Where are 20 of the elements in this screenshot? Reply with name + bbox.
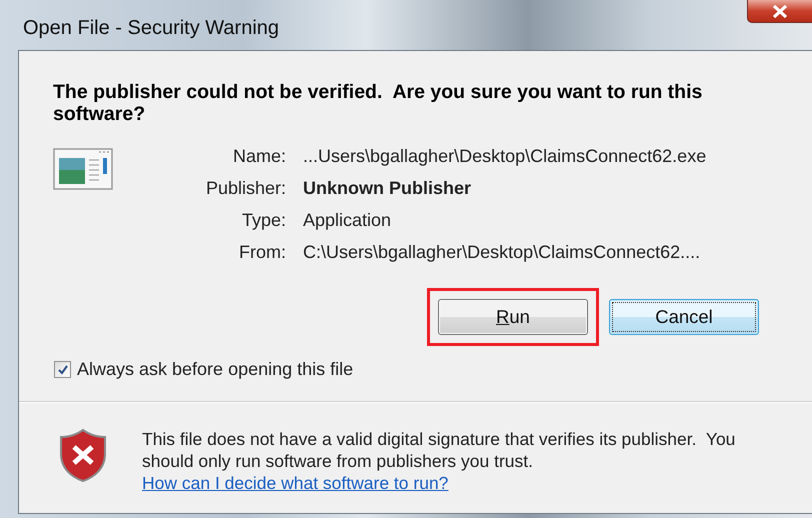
field-value: C:\Users\bgallagher\Desktop\ClaimsConnect62....	[303, 241, 702, 264]
field-value: Application	[303, 209, 392, 232]
field-value: ...Users\bgallagher\Desktop\ClaimsConnect62.exe	[303, 145, 706, 168]
field-label: Type:	[240, 209, 286, 232]
field-value: Unknown Publisher	[303, 177, 472, 200]
window-title: Open File - Security Warning	[23, 17, 280, 40]
checkbox[interactable]	[54, 361, 71, 378]
help-link[interactable]: How can I decide what software to run?	[142, 473, 448, 493]
close-icon	[772, 4, 788, 18]
run-button[interactable]: Run	[438, 299, 588, 335]
check-icon	[56, 364, 68, 376]
close-button[interactable]	[747, 0, 812, 23]
field-label: Publisher:	[204, 177, 286, 200]
field-label: Name:	[232, 145, 286, 168]
application-icon	[53, 148, 113, 190]
field-label: From:	[238, 241, 286, 264]
checkbox-label[interactable]: Always ask before opening this file	[77, 359, 354, 380]
cancel-button[interactable]: Cancel	[609, 299, 759, 335]
warning-heading: The publisher could not be verified. Are you sure you want to run this software?	[53, 81, 704, 125]
warning-text: This file does not have a valid digital signature that verifies its publisher. You should only run software from publishers you trust.	[142, 429, 736, 471]
